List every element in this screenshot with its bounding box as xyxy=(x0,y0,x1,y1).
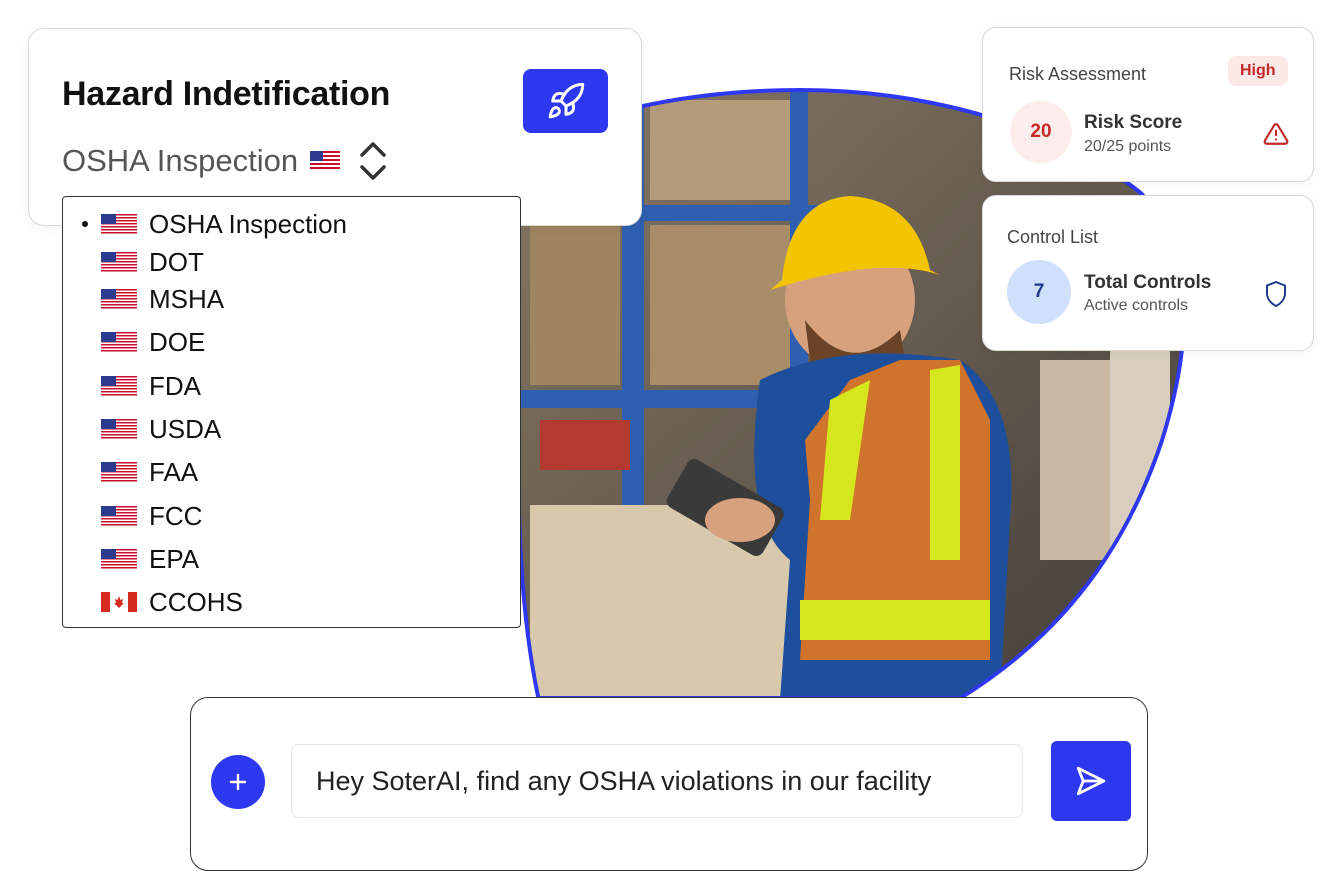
us-flag-icon xyxy=(101,252,137,272)
us-flag-icon xyxy=(101,549,137,569)
dropdown-option-label: EPA xyxy=(149,543,200,574)
chat-bar: Hey SoterAI, find any OSHA violations in… xyxy=(190,697,1148,871)
prompt-input[interactable]: Hey SoterAI, find any OSHA violations in… xyxy=(291,744,1023,818)
plus-icon xyxy=(229,773,247,791)
control-count-circle: 7 xyxy=(1007,260,1071,324)
dropdown-option-label: OSHA Inspection xyxy=(149,208,347,239)
us-flag-icon xyxy=(101,376,137,396)
total-controls-subtitle: Active controls xyxy=(1084,297,1189,314)
us-flag-icon xyxy=(101,214,137,234)
dropdown-option[interactable]: FCC xyxy=(63,499,202,533)
risk-score-title: Risk Score xyxy=(1084,112,1183,133)
us-flag-icon xyxy=(101,419,137,439)
total-controls-title: Total Controls xyxy=(1084,272,1212,293)
risk-score-circle: 20 xyxy=(1010,101,1072,163)
risk-assessment-label: Risk Assessment xyxy=(1009,64,1147,84)
dropdown-option-label: FAA xyxy=(149,456,199,487)
add-button[interactable] xyxy=(211,755,265,809)
dropdown-option-label: USDA xyxy=(149,413,222,444)
control-list-label: Control List xyxy=(1007,227,1099,247)
dropdown-option[interactable]: FDA xyxy=(63,369,201,403)
dropdown-option[interactable]: EPA xyxy=(63,542,199,576)
send-icon xyxy=(1076,766,1106,796)
warning-icon xyxy=(1263,123,1289,145)
dropdown-option[interactable]: FAA xyxy=(63,455,198,489)
dropdown-option[interactable]: USDA xyxy=(63,412,221,446)
dropdown-option[interactable]: DOE xyxy=(63,325,205,359)
dropdown-option[interactable]: DOT xyxy=(63,245,204,279)
regulation-dropdown: OSHA Inspection DOT MSHA DOE FDA USDA FAA FCC EP… xyxy=(62,196,521,628)
selected-regulation: OSHA Inspection xyxy=(62,143,299,178)
dropdown-option[interactable]: CCOHS xyxy=(63,585,243,619)
risk-level-badge: High xyxy=(1228,56,1288,86)
dropdown-option-label: CCOHS xyxy=(149,586,243,617)
us-flag-icon xyxy=(101,462,137,482)
control-list-card: Control List 7 Total Controls Active con… xyxy=(982,195,1314,351)
selected-bullet-icon xyxy=(82,221,88,227)
rocket-button[interactable] xyxy=(523,69,608,133)
risk-score-subtitle: 20/25 points xyxy=(1084,138,1172,155)
chevron-updown-icon[interactable] xyxy=(358,139,388,183)
risk-assessment-card: Risk Assessment High 20 Risk Score 20/25… xyxy=(982,27,1314,182)
dropdown-option-label: MSHA xyxy=(149,283,225,314)
send-button[interactable] xyxy=(1051,741,1131,821)
dropdown-option-label: DOE xyxy=(149,326,206,357)
dropdown-option-label: FDA xyxy=(149,370,201,401)
dropdown-option-label: DOT xyxy=(149,246,204,277)
canada-flag-icon xyxy=(101,592,137,612)
us-flag-icon xyxy=(101,332,137,352)
us-flag-icon xyxy=(101,289,137,309)
dropdown-option[interactable]: MSHA xyxy=(63,282,224,316)
regulation-select[interactable]: OSHA Inspection xyxy=(62,139,388,183)
dropdown-option[interactable]: OSHA Inspection xyxy=(63,207,347,241)
us-flag-icon xyxy=(101,506,137,526)
hazard-title: Hazard Indetification xyxy=(62,75,391,113)
shield-icon xyxy=(1266,281,1286,307)
us-flag-icon xyxy=(310,151,341,171)
dropdown-option-label: FCC xyxy=(149,500,203,531)
rocket-icon xyxy=(548,82,584,119)
